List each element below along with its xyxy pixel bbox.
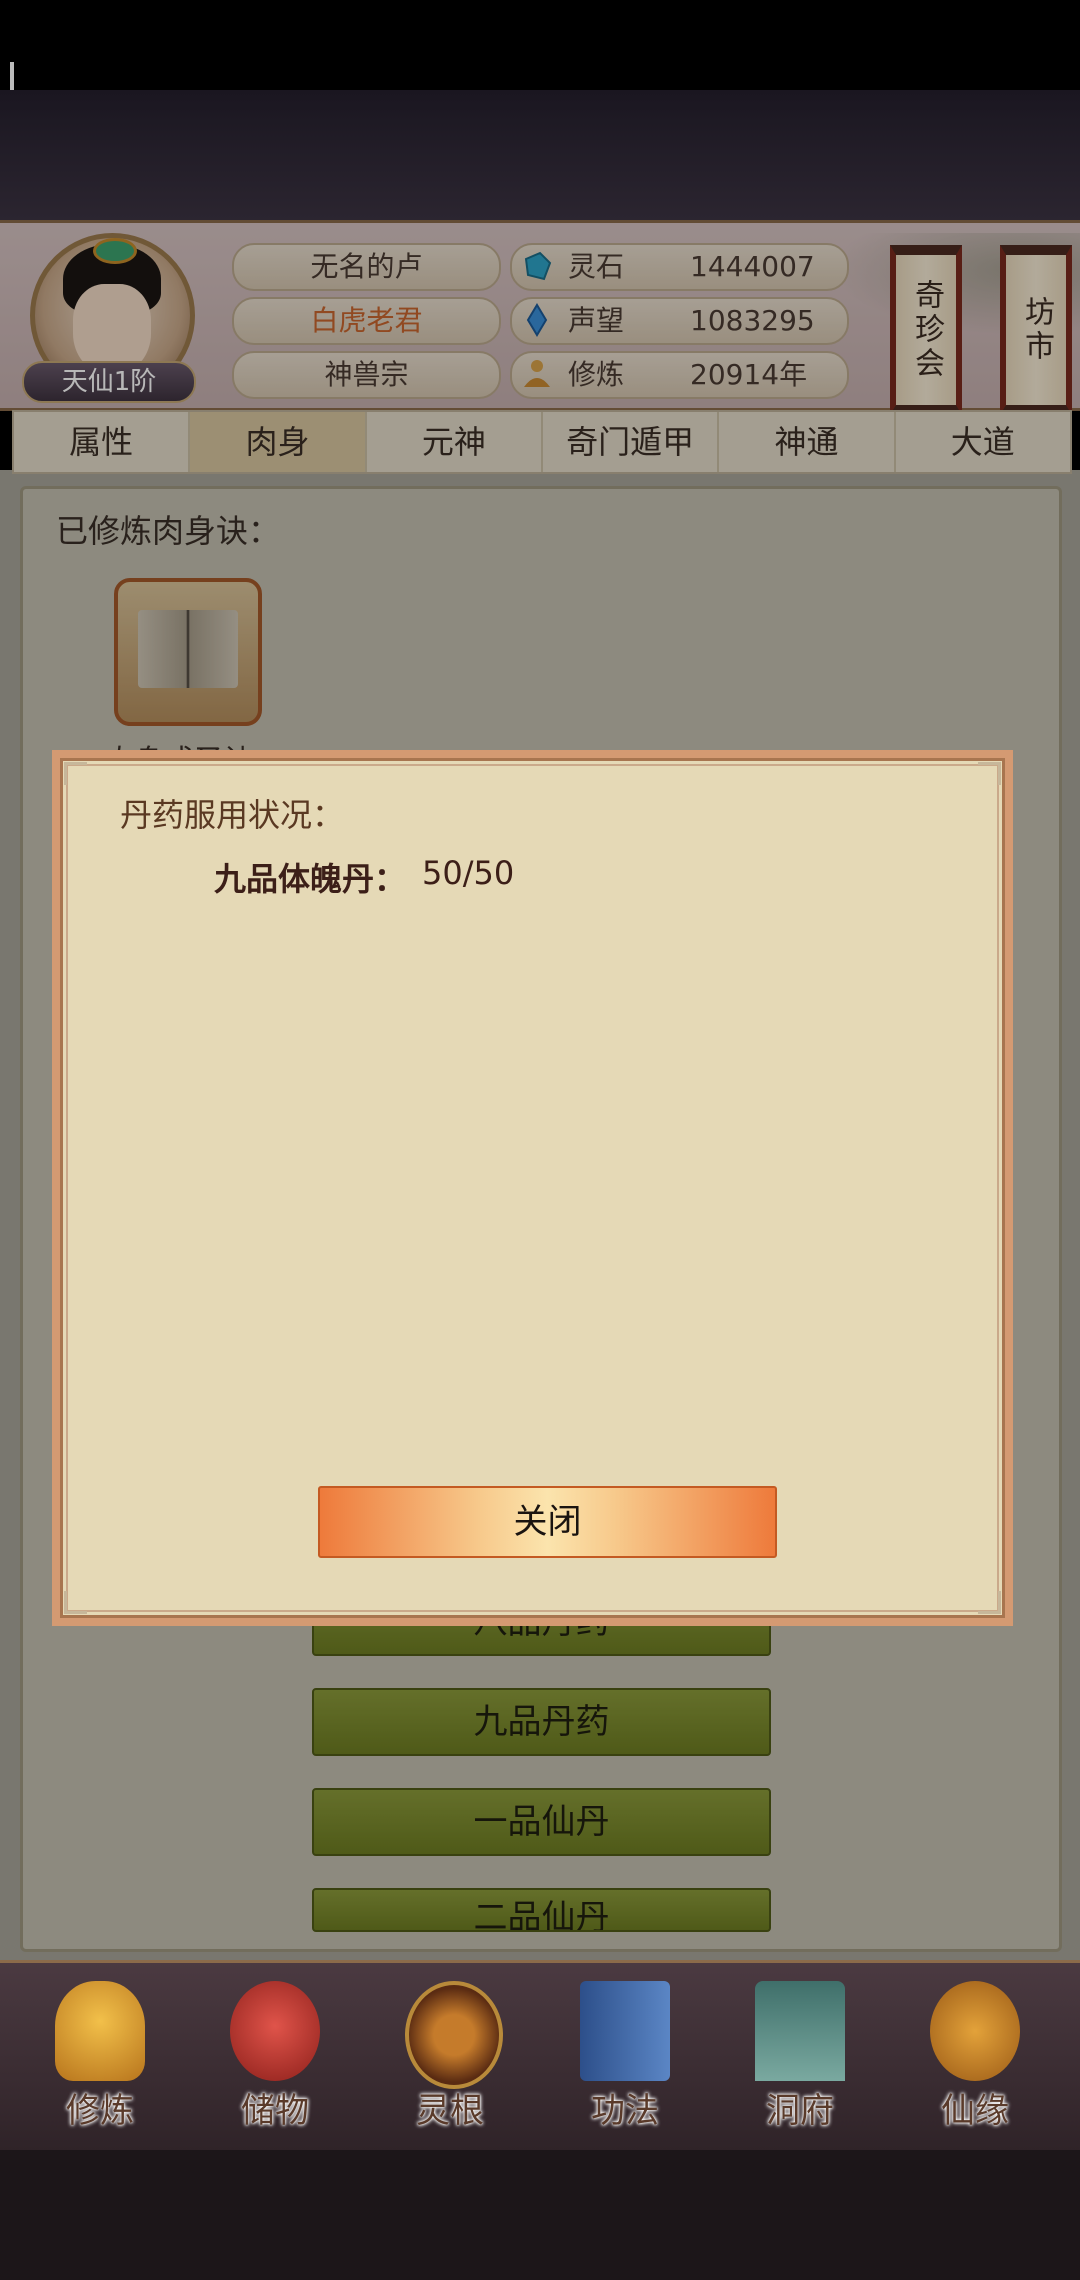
top-banner (0, 90, 1080, 280)
nav-techniques[interactable]: 功法 (555, 1981, 695, 2141)
bottom-nav: 修炼 储物 灵根 功法 洞府 仙缘 (0, 1960, 1080, 2154)
pill-count: 50/50 (422, 854, 515, 892)
frame-corner (64, 762, 87, 785)
treasure-bag-icon (230, 1981, 320, 2081)
nav-label: 仙缘 (941, 2091, 1009, 2131)
cave-gate-icon (755, 1981, 845, 2081)
nav-storage[interactable]: 储物 (205, 1981, 345, 2141)
monk-icon (55, 1981, 145, 2081)
nav-label: 洞府 (766, 2091, 834, 2131)
nav-spirit-root[interactable]: 灵根 (380, 1981, 520, 2141)
nav-label: 灵根 (416, 2091, 484, 2131)
book-icon (580, 1981, 670, 2081)
bottom-bar (0, 2150, 1080, 2280)
nav-label: 储物 (241, 2091, 309, 2131)
nav-fate[interactable]: 仙缘 (905, 1981, 1045, 2141)
status-bar (0, 0, 1080, 90)
frame-corner (978, 762, 1001, 785)
nav-cultivate[interactable]: 修炼 (30, 1981, 170, 2141)
dialog-frame (66, 764, 999, 1612)
dialog-title: 丹药服用状况： (120, 796, 345, 834)
spirit-root-icon (405, 1981, 503, 2089)
nav-label: 修炼 (66, 2091, 134, 2131)
frame-corner (64, 1591, 87, 1614)
pill-name: 九品体魄丹： (214, 860, 407, 898)
close-button[interactable]: 关闭 (318, 1486, 777, 1558)
nav-cave[interactable]: 洞府 (730, 1981, 870, 2141)
frame-corner (978, 1591, 1001, 1614)
pill-status-dialog: 丹药服用状况： 九品体魄丹： 50/50 关闭 (52, 750, 1013, 1626)
nav-label: 功法 (591, 2091, 659, 2131)
gourd-icon (930, 1981, 1020, 2081)
